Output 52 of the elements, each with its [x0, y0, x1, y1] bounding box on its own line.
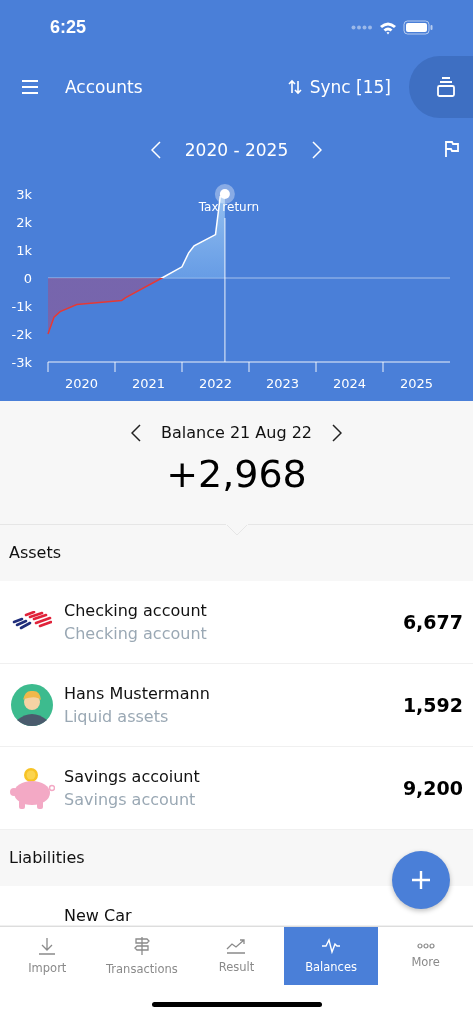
account-balance: 1,592 [402, 693, 463, 716]
download-icon [38, 937, 57, 955]
next-button[interactable] [332, 423, 342, 442]
marker-icon[interactable] [214, 184, 235, 204]
previous-button[interactable] [131, 423, 141, 442]
period-label: 2020 - 2025 [184, 140, 289, 160]
avatar-icon [11, 683, 53, 726]
x-tick-label: 2023 [265, 376, 300, 391]
account-type: Savings account [64, 789, 197, 809]
pulse-icon [321, 938, 342, 954]
balance-amount: +2,968 [166, 452, 307, 496]
section-header: Liabilities [0, 829, 473, 886]
signpost-icon [133, 936, 150, 956]
account-name: Checking account [64, 600, 208, 620]
x-tick-label: 2024 [332, 376, 367, 391]
y-tick-label: 0 [23, 271, 32, 286]
y-tick-label: 2k [16, 215, 32, 230]
account-type: Liquid assets [64, 706, 170, 726]
status-time: 6:25 [50, 17, 87, 38]
x-tick-label: 2021 [131, 376, 166, 391]
annotation-label: Tax return [198, 200, 260, 214]
account-name: Savings accoiunt [64, 766, 201, 786]
y-tick-label: 3k [16, 187, 32, 202]
signal-icon [351, 25, 373, 30]
plus-icon [411, 870, 431, 890]
account-name: New Car [64, 906, 133, 925]
piggy-bank-icon [9, 765, 55, 810]
battery-icon [403, 20, 433, 35]
x-tick-label: 2020 [64, 376, 99, 391]
wifi-icon [379, 20, 397, 35]
balance-date: Balance 21 Aug 22 [161, 423, 312, 442]
section-header: Assets [0, 524, 473, 581]
y-tick-label: -3k [11, 355, 32, 370]
menu-icon[interactable] [22, 80, 40, 94]
y-tick-label: -1k [11, 299, 32, 314]
x-tick-label: 2022 [198, 376, 233, 391]
x-tick-label: 2025 [399, 376, 434, 391]
tab[interactable]: Balances [283, 927, 379, 985]
account-balance: 6,677 [402, 610, 463, 633]
account-type: Checking account [64, 623, 208, 643]
account-balance: 9,200 [402, 776, 463, 799]
sort-arrows-icon [287, 79, 302, 95]
y-tick-label: -2k [11, 327, 32, 342]
trend-chart-icon [226, 938, 247, 954]
y-tick-label: 1k [16, 243, 32, 258]
more-icon [416, 943, 435, 949]
stack-button[interactable] [409, 56, 473, 118]
sync-button[interactable]: Sync [15] [287, 77, 391, 97]
flag-icon[interactable] [445, 141, 459, 157]
account-name: Hans Mustermann [64, 683, 211, 703]
stack-icon [437, 77, 455, 97]
screen-title: Accounts [65, 77, 144, 97]
